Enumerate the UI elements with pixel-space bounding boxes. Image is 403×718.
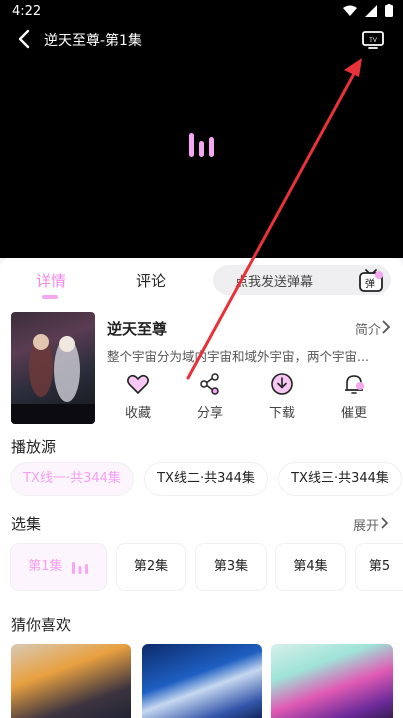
recommend-card[interactable] — [271, 644, 393, 718]
download-label: 下载 — [268, 406, 295, 421]
battery-icon — [385, 4, 393, 17]
download-button[interactable]: 下载 — [257, 372, 307, 421]
danmaku-placeholder: 点我发送弹幕 — [235, 275, 314, 290]
loading-bars-icon — [189, 133, 214, 157]
video-player[interactable]: 4:22 逆天至尊-第1集 TV — [0, 0, 403, 258]
back-arrow-icon[interactable] — [14, 28, 36, 50]
episode-label: 第4集 — [293, 559, 328, 574]
episode-item-2[interactable]: 第2集 — [117, 544, 185, 590]
status-time: 4:22 — [12, 4, 42, 19]
detail-tabbar: 详情 评论 点我发送弹幕 弹 — [0, 258, 403, 304]
tab-comment[interactable]: 评论 — [136, 270, 166, 291]
tab-detail[interactable]: 详情 — [36, 270, 66, 291]
show-description: 整个宇宙分为域内宇宙和域外宇宙，两个宇宙... — [107, 349, 369, 364]
wifi-icon — [343, 5, 357, 16]
source-section-title: 播放源 — [11, 438, 57, 456]
episode-item-3[interactable]: 第3集 — [196, 544, 266, 590]
share-label: 分享 — [196, 406, 223, 421]
episode-label: 第1集 — [28, 559, 63, 574]
show-title: 逆天至尊 — [107, 320, 168, 338]
show-poster[interactable] — [11, 312, 95, 424]
remind-update-label: 催更 — [340, 406, 367, 421]
download-icon — [271, 373, 293, 395]
recommend-section-title: 猜你喜欢 — [11, 616, 72, 634]
danmaku-toggle-icon[interactable]: 弹 — [357, 267, 385, 293]
status-bar: 4:22 — [0, 0, 403, 24]
cast-tv-icon[interactable]: TV — [361, 28, 385, 50]
chevron-right-icon[interactable] — [381, 320, 391, 334]
detail-content: 逆天至尊 简介 整个宇宙分为域内宇宙和域外宇宙，两个宇宙... 收藏 分享 下载 — [0, 304, 403, 718]
chevron-right-icon[interactable] — [381, 517, 389, 529]
episode-section-title: 选集 — [11, 515, 42, 533]
action-row: 收藏 分享 下载 催更 — [107, 372, 397, 424]
video-title: 逆天至尊-第1集 — [44, 33, 142, 49]
episode-item-5[interactable]: 第5 — [356, 544, 403, 590]
episode-label: 第5 — [368, 559, 391, 574]
bell-icon — [345, 375, 364, 394]
danmaku-input[interactable]: 点我发送弹幕 弹 — [213, 265, 391, 295]
playing-bars-icon — [71, 561, 88, 574]
source-chip[interactable]: TX线三·共344集 — [279, 463, 401, 495]
player-top-bar: 逆天至尊-第1集 TV — [0, 24, 403, 56]
share-icon — [200, 373, 219, 395]
poster-art — [11, 334, 95, 424]
expand-episodes-link[interactable]: 展开 — [353, 515, 379, 534]
intro-link[interactable]: 简介 — [355, 319, 381, 338]
tab-indicator — [42, 295, 58, 299]
signal-icon — [365, 4, 377, 17]
episode-label: 第2集 — [133, 559, 169, 574]
share-button[interactable]: 分享 — [185, 372, 235, 421]
favorite-label: 收藏 — [124, 406, 151, 421]
source-chip[interactable]: TX线二·共344集 — [145, 463, 267, 495]
recommend-card[interactable] — [11, 644, 131, 718]
recommend-card[interactable] — [142, 644, 262, 718]
heart-icon — [127, 374, 149, 395]
remind-update-button[interactable]: 催更 — [329, 372, 379, 421]
source-chip[interactable]: TX线一·共344集 — [11, 463, 133, 495]
episode-label: 第3集 — [213, 559, 249, 574]
episode-item-1[interactable]: 第1集 — [11, 544, 106, 590]
favorite-button[interactable]: 收藏 — [113, 372, 163, 421]
svg-text:TV: TV — [369, 38, 377, 44]
episode-item-4[interactable]: 第4集 — [276, 544, 345, 590]
danmaku-toggle-label: 弹 — [365, 277, 375, 290]
